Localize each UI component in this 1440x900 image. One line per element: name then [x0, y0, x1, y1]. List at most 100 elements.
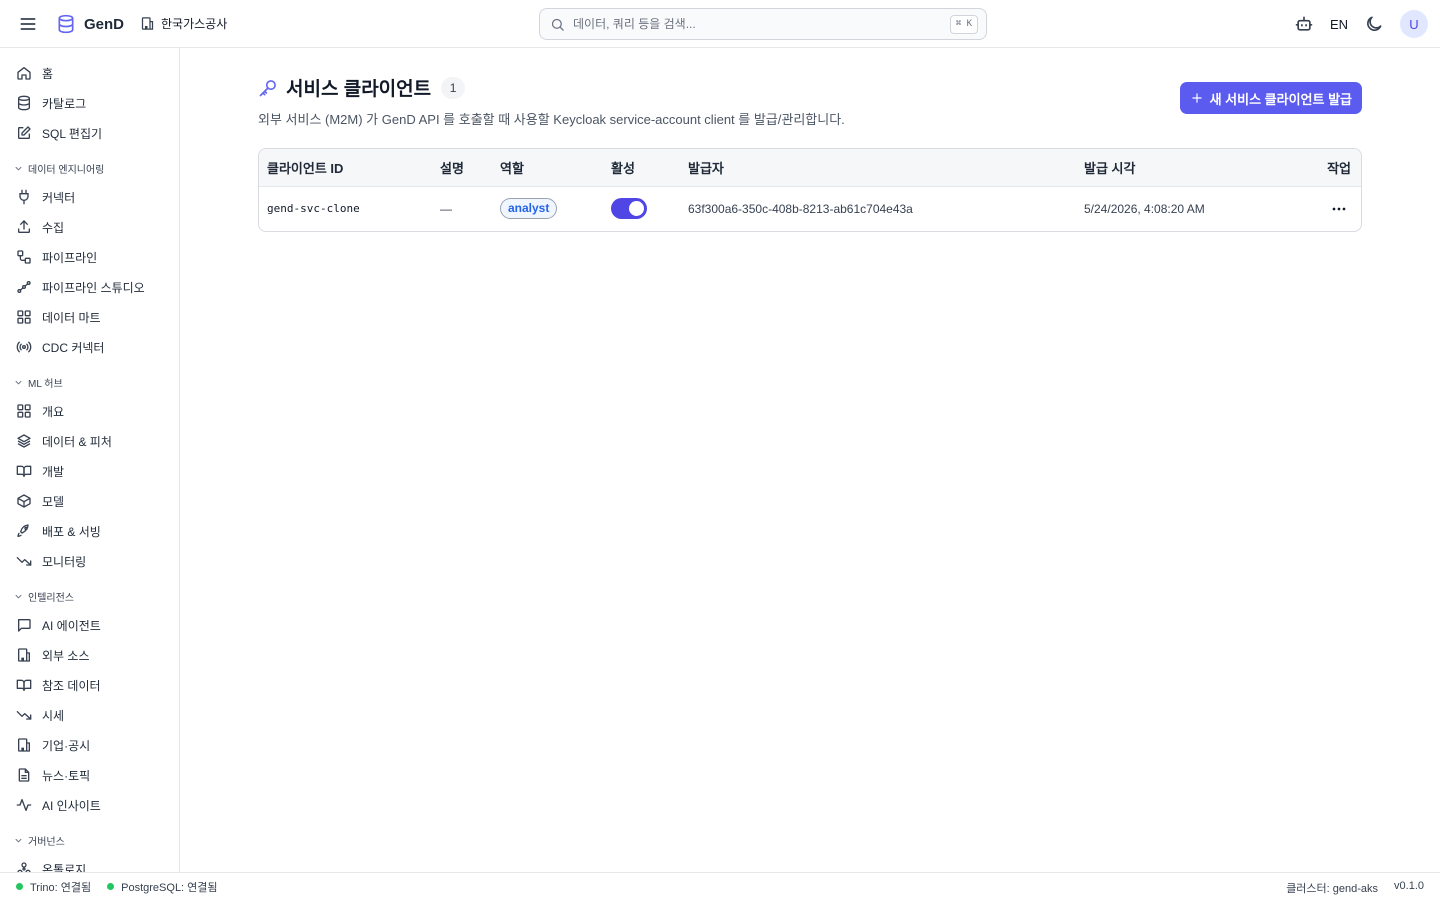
sidebar-item-pipeline-studio[interactable]: 파이프라인 스튜디오	[0, 272, 179, 302]
box-icon	[16, 493, 32, 509]
plug-icon	[16, 189, 32, 205]
book-icon	[16, 677, 32, 693]
sidebar-item-label: 개발	[42, 464, 65, 479]
sidebar-item-label: 홈	[42, 66, 54, 81]
sidebar-item-label: 카탈로그	[42, 96, 87, 111]
client-id-cell: gend-svc-clone	[267, 202, 360, 215]
sidebar-item-label: 파이프라인	[42, 250, 98, 265]
sidebar-item-corporate-disclosure[interactable]: 기업·공시	[0, 730, 179, 760]
sidebar-item-ai-insights[interactable]: AI 인사이트	[0, 790, 179, 820]
trend-down-icon	[16, 707, 32, 723]
global-search[interactable]: ⌘ K	[539, 8, 987, 40]
app-logo[interactable]: GenD	[56, 13, 124, 35]
user-avatar[interactable]: U	[1400, 10, 1428, 38]
sidebar-item-news-topics[interactable]: 뉴스·토픽	[0, 760, 179, 790]
language-toggle[interactable]: EN	[1330, 17, 1348, 32]
chevron-down-icon	[13, 591, 24, 602]
role-badge: analyst	[500, 198, 558, 219]
sidebar-item-label: 데이터 마트	[42, 310, 101, 325]
sidebar-item-label: 기업·공시	[42, 738, 91, 753]
section-ml-hub[interactable]: ML 허브	[0, 368, 179, 396]
org-selector[interactable]: 한국가스공사	[140, 15, 227, 32]
status-right: 클러스터: gend-aks v0.1.0	[1286, 880, 1424, 896]
actions-cell	[1246, 186, 1361, 231]
sidebar-item-home[interactable]: 홈	[0, 58, 179, 88]
file-text-icon	[16, 767, 32, 783]
main-content: 서비스 클라이언트 1 외부 서비스 (M2M) 가 GenD API 를 호출…	[181, 48, 1440, 872]
activity-icon	[16, 797, 32, 813]
sidebar-item-deploy-serving[interactable]: 배포 & 서빙	[0, 516, 179, 546]
search-shortcut: ⌘ K	[949, 15, 978, 34]
status-bar: Trino: 연결됨 PostgreSQL: 연결됨 클러스터: gend-ak…	[0, 872, 1440, 900]
trino-status-text: Trino: 연결됨	[30, 881, 92, 894]
section-title: ML 허브	[28, 378, 63, 390]
col-role[interactable]: 역할	[492, 149, 603, 186]
app-name: GenD	[84, 15, 125, 33]
edit-icon	[16, 125, 32, 141]
col-description[interactable]: 설명	[432, 149, 492, 186]
sidebar-item-reference-data[interactable]: 참조 데이터	[0, 670, 179, 700]
description-cell: —	[440, 201, 452, 216]
new-service-client-button[interactable]: 새 서비스 클라이언트 발급	[1179, 82, 1362, 114]
section-governance[interactable]: 거버넌스	[0, 826, 179, 854]
building-icon	[16, 737, 32, 753]
table-header: 클라이언트 ID 설명 역할 활성 발급자 발급 시각 작업	[259, 149, 1361, 186]
sidebar-item-data-mart[interactable]: 데이터 마트	[0, 302, 179, 332]
more-icon[interactable]	[1329, 199, 1349, 219]
section-data-engineering[interactable]: 데이터 엔지니어링	[0, 154, 179, 182]
flow-icon	[16, 279, 32, 295]
sidebar-item-ingestion[interactable]: 수집	[0, 212, 179, 242]
chevron-down-icon	[13, 377, 24, 388]
section-title: 거버넌스	[28, 836, 65, 848]
sidebar-item-sql-editor[interactable]: SQL 편집기	[0, 118, 179, 148]
sidebar-item-market-prices[interactable]: 시세	[0, 700, 179, 730]
sidebar-item-cdc-connectors[interactable]: CDC 커넥터	[0, 332, 179, 362]
col-issuer[interactable]: 발급자	[680, 149, 1076, 186]
sidebar-item-monitoring[interactable]: 모니터링	[0, 546, 179, 576]
col-issued-at[interactable]: 발급 시각	[1076, 149, 1246, 186]
sidebar-item-label: 시세	[42, 708, 65, 723]
radio-icon	[16, 339, 32, 355]
active-toggle[interactable]	[611, 198, 647, 219]
sidebar-item-data-features[interactable]: 데이터 & 피처	[0, 426, 179, 456]
table-row: gend-svc-clone — analyst 63f300a6-350c-4…	[259, 186, 1361, 231]
page-subtitle: 외부 서비스 (M2M) 가 GenD API 를 호출할 때 사용할 Keyc…	[258, 112, 845, 127]
col-client-id[interactable]: 클라이언트 ID	[259, 149, 432, 186]
trino-status: Trino: 연결됨	[16, 879, 91, 895]
bot-icon[interactable]	[1294, 14, 1314, 34]
sidebar-item-catalog[interactable]: 카탈로그	[0, 88, 179, 118]
count-badge: 1	[441, 76, 466, 99]
search-input[interactable]	[573, 17, 933, 31]
cluster-name: 클러스터: gend-aks	[1286, 883, 1379, 895]
sidebar-item-label: 외부 소스	[42, 648, 90, 663]
status-dot	[16, 883, 23, 890]
table-header-row: 클라이언트 ID 설명 역할 활성 발급자 발급 시각 작업	[259, 149, 1361, 186]
sidebar-item-label: 커넥터	[42, 190, 76, 205]
chevron-down-icon	[13, 163, 24, 174]
sidebar-item-label: 수집	[42, 220, 65, 235]
sidebar-item-label: 데이터 & 피처	[42, 434, 112, 449]
col-active[interactable]: 활성	[603, 149, 680, 186]
key-icon	[258, 78, 278, 98]
sidebar-item-ai-agent[interactable]: AI 에이전트	[0, 610, 179, 640]
sidebar-item-development[interactable]: 개발	[0, 456, 179, 486]
sidebar-item-models[interactable]: 모델	[0, 486, 179, 516]
book-icon	[16, 463, 32, 479]
role-cell: analyst	[492, 186, 603, 231]
sidebar-item-label: 참조 데이터	[42, 678, 101, 693]
moon-icon[interactable]	[1364, 14, 1384, 34]
table-body: gend-svc-clone — analyst 63f300a6-350c-4…	[259, 186, 1361, 231]
sidebar-item-overview[interactable]: 개요	[0, 396, 179, 426]
menu-icon[interactable]	[18, 14, 38, 34]
sidebar-item-pipelines[interactable]: 파이프라인	[0, 242, 179, 272]
status-dot	[107, 883, 115, 890]
page-header: 서비스 클라이언트 1 외부 서비스 (M2M) 가 GenD API 를 호출…	[258, 74, 845, 128]
col-actions: 작업	[1327, 160, 1351, 176]
top-header: GenD 한국가스공사 ⌘ K EN U	[0, 0, 1440, 48]
plus-icon	[1190, 91, 1204, 105]
section-intelligence[interactable]: 인텔리전스	[0, 582, 179, 610]
sidebar-item-ontology[interactable]: 온톨로지	[0, 854, 179, 872]
sidebar-item-external-sources[interactable]: 외부 소스	[0, 640, 179, 670]
title-row: 서비스 클라이언트 1	[258, 74, 845, 101]
sidebar-item-connectors[interactable]: 커넥터	[0, 182, 179, 212]
